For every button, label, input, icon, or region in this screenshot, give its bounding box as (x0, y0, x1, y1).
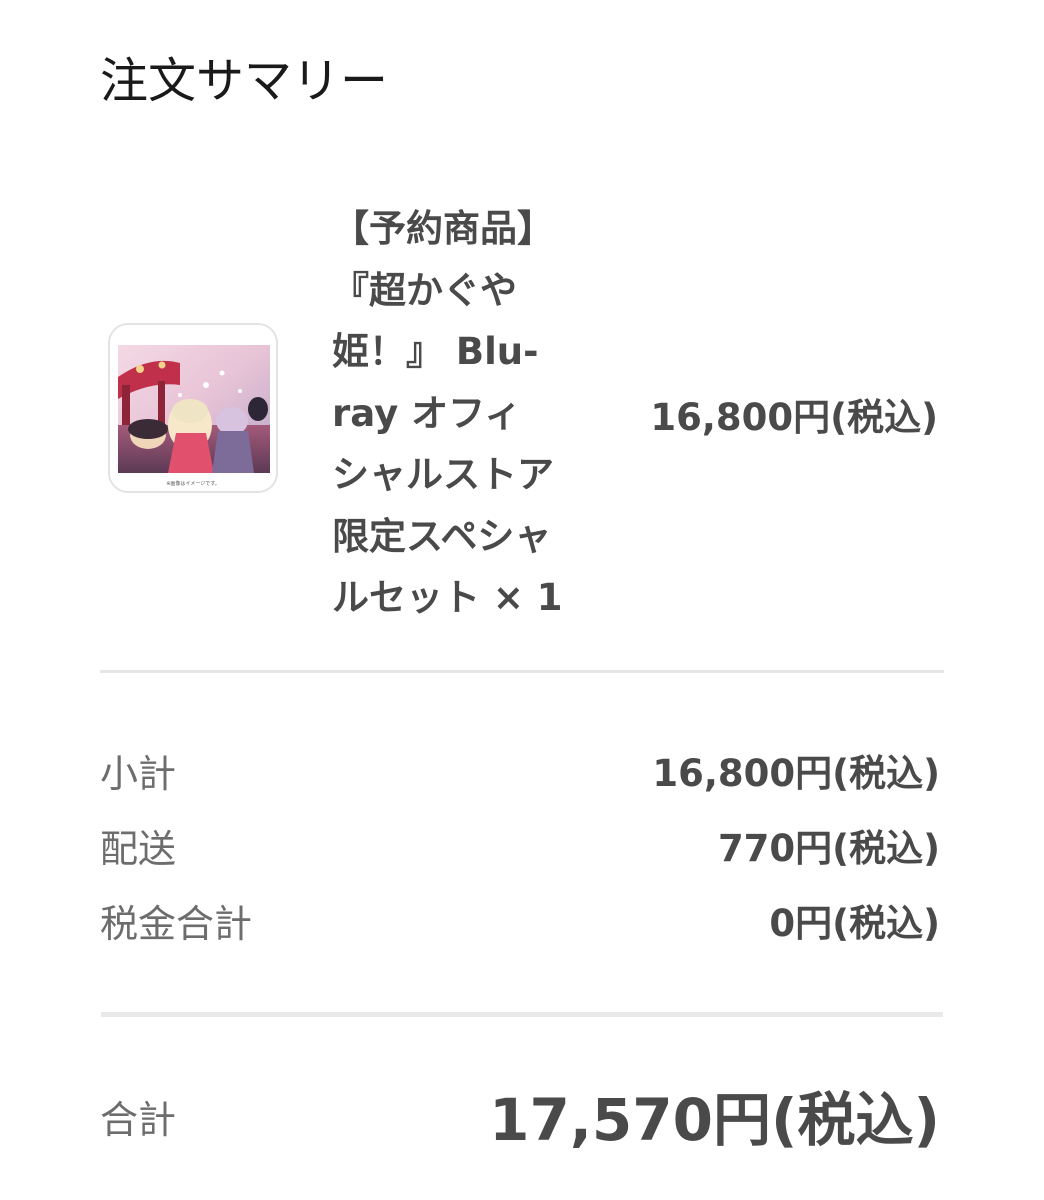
thumbnail-caption: ※画像はイメージです。 (166, 480, 220, 487)
subtotal-label: 小計 (100, 752, 177, 796)
product-name-line: 『超かぐや (332, 268, 517, 312)
tax-row: 税金合計 0円(税込) (100, 894, 940, 954)
shipping-label: 配送 (100, 827, 177, 871)
product-name-line: 【予約商品】 (332, 207, 554, 250)
total-value: 17,570円(税込) (489, 1086, 940, 1154)
shipping-value: 770円(税込) (717, 827, 940, 870)
total-row: 合計 17,570円(税込) (100, 1080, 940, 1160)
tax-value: 0円(税込) (769, 902, 940, 945)
subtotal-value: 16,800円(税込) (652, 752, 940, 795)
divider (101, 1012, 943, 1017)
tax-label: 税金合計 (100, 902, 253, 946)
product-image: ※画像はイメージです。 (118, 345, 270, 487)
divider (100, 670, 944, 673)
product-name-line: 限定スペシャ (332, 514, 552, 558)
product-thumbnail[interactable]: ※画像はイメージです。 (108, 323, 278, 493)
product-name[interactable]: 【予約商品】 『超かぐや 姫！』 Blu- ray オフィ シャルストア 限定ス… (332, 198, 594, 629)
line-item: ※画像はイメージです。 【予約商品】 『超かぐや 姫！』 Blu- ray オフ… (0, 0, 1044, 660)
item-price: 16,800円(税込) (650, 396, 938, 439)
shipping-row: 配送 770円(税込) (100, 819, 940, 879)
product-name-line: ray オフィ (332, 391, 522, 435)
product-name-line: 姫！』 Blu- (332, 330, 539, 373)
product-name-line: シャルストア (332, 453, 554, 496)
total-label: 合計 (100, 1098, 177, 1142)
product-name-line: ルセット × 1 (332, 576, 563, 619)
subtotal-row: 小計 16,800円(税込) (100, 744, 940, 804)
